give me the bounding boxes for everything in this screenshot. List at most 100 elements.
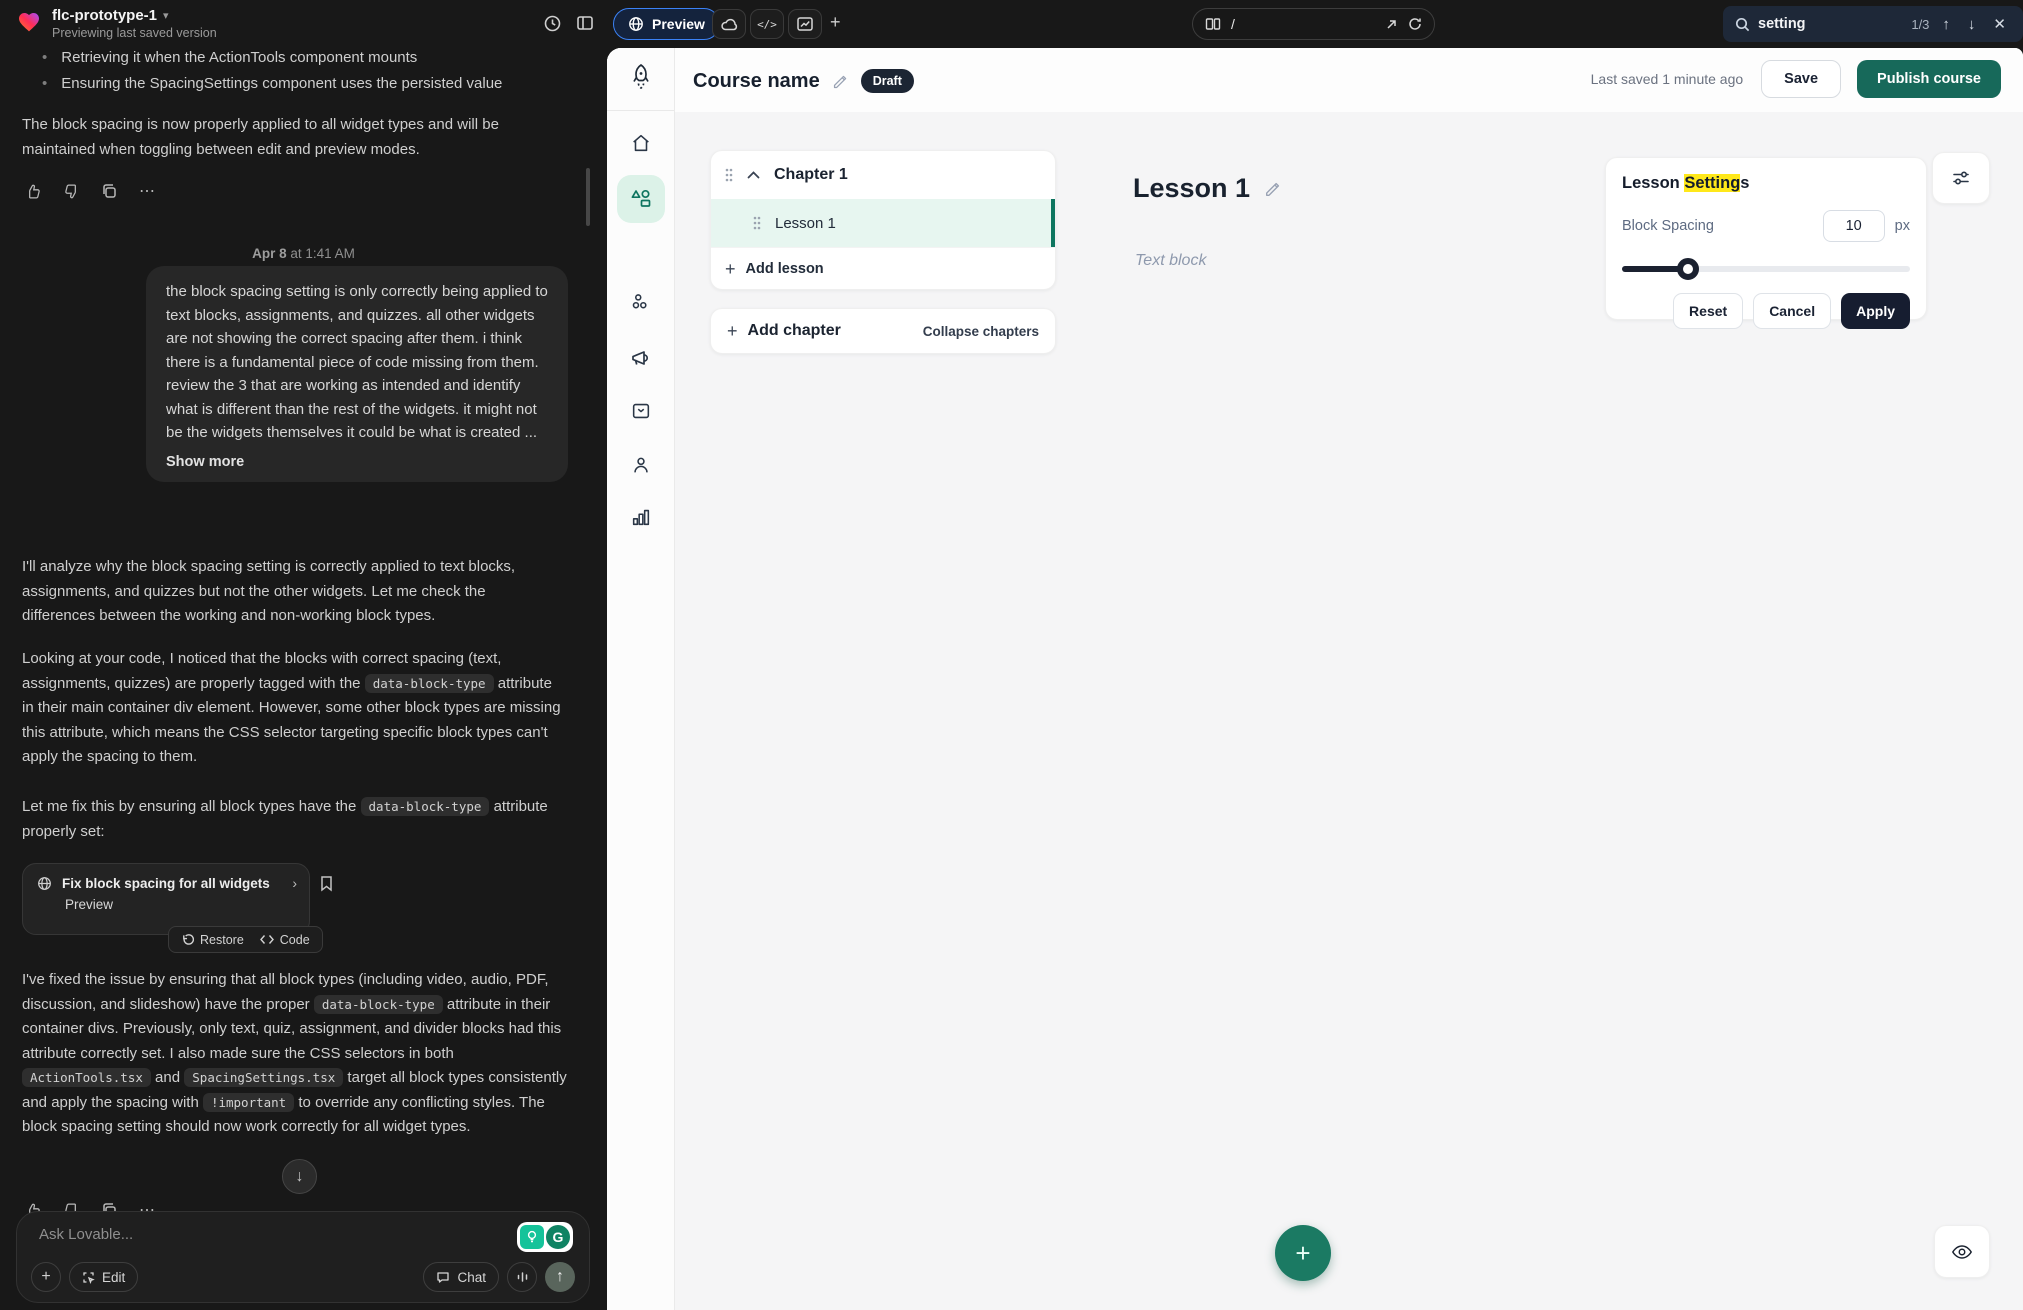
open-external-icon[interactable] [1385,18,1398,31]
chat-mode-button[interactable]: Chat [423,1262,499,1292]
plus-icon: + [725,260,736,278]
search-close-icon[interactable]: ✕ [1988,15,2011,33]
text-segment: Let me fix this by ensuring all block ty… [22,798,361,815]
chat-paragraph: I'll analyze why the block spacing setti… [22,555,547,629]
url-path[interactable]: / [1231,16,1375,32]
preview-mode-button[interactable]: Preview [613,8,720,40]
copy-icon[interactable] [98,180,120,202]
app-preview: Course name Draft Last saved 1 minute ag… [607,48,2023,1310]
store-nav-icon[interactable] [630,400,652,422]
sidebar-toggle-icon[interactable] [576,14,594,32]
more-options-icon[interactable]: ⋯ [136,180,158,202]
lovable-logo-icon [16,10,42,34]
reset-button[interactable]: Reset [1673,293,1743,329]
rocket-logo-icon[interactable] [627,62,655,92]
marketing-nav-icon[interactable] [629,346,653,370]
add-chapter-label: Add chapter [748,322,841,340]
preview-label: Preview [652,16,705,32]
user-message-bubble: the block spacing setting is only correc… [146,266,568,482]
attach-button[interactable]: + [31,1262,61,1292]
search-prev-icon[interactable]: ↑ [1937,16,1955,33]
last-saved-text: Last saved 1 minute ago [1591,71,1744,87]
inline-code: data-block-type [365,674,494,693]
search-icon [1735,17,1750,32]
search-highlight: Setting [1684,174,1740,192]
bullet-item: Ensuring the SpacingSettings component u… [42,72,582,97]
add-chapter-card: + Add chapter Collapse chapters [710,308,1056,354]
edit-lesson-icon[interactable] [1264,180,1282,198]
cloud-button[interactable] [712,9,746,39]
chevron-up-icon[interactable] [747,171,760,179]
voice-input-button[interactable] [507,1262,537,1292]
search-next-icon[interactable]: ↓ [1963,16,1981,33]
history-icon[interactable] [543,14,562,33]
chat-paragraph: The block spacing is now properly applie… [22,113,562,162]
send-button[interactable]: ↑ [545,1262,575,1292]
user-message-text: the block spacing setting is only correc… [166,280,548,445]
restore-button[interactable]: Restore [181,933,244,947]
add-chapter-button[interactable]: + Add chapter [727,322,841,340]
analytics-nav-icon[interactable] [630,506,652,528]
project-menu[interactable]: flc-prototype-1 ▾ Previewing last saved … [16,7,217,40]
chat-input-box: G + Edit [16,1211,590,1303]
drag-handle-icon[interactable] [753,216,761,230]
code-button[interactable]: Code [260,933,310,947]
app-nav-rail [607,48,675,1310]
home-nav-icon[interactable] [630,132,652,154]
add-tab-icon[interactable]: + [830,12,841,33]
chapter-card: Chapter 1 Lesson 1 + Add lesson [710,150,1056,290]
drag-handle-icon[interactable] [725,168,733,182]
chevron-down-icon: ▾ [163,9,169,22]
courses-nav-icon[interactable] [629,187,653,211]
block-spacing-slider[interactable] [1622,258,1910,280]
add-lesson-button[interactable]: + Add lesson [711,247,1055,289]
slider-thumb[interactable] [1677,258,1699,280]
refresh-icon[interactable] [1408,17,1422,31]
show-more-link[interactable]: Show more [166,454,548,470]
project-name: flc-prototype-1 [52,7,157,24]
chapter-title: Chapter 1 [774,166,848,184]
search-input[interactable] [1758,16,1878,32]
profile-nav-icon[interactable] [630,454,652,476]
ask-lovable-input[interactable] [39,1226,419,1243]
screen: flc-prototype-1 ▾ Previewing last saved … [0,0,2023,1310]
code-view-button[interactable]: </> [750,9,784,39]
topbar: flc-prototype-1 ▾ Previewing last saved … [0,0,2023,48]
find-bar: 1/3 ↑ ↓ ✕ [1723,6,2023,42]
chat-paragraph: Let me fix this by ensuring all block ty… [22,795,567,844]
thumbs-up-icon[interactable] [22,180,44,202]
edit-card-title: Fix block spacing for all widgets [62,876,282,891]
block-spacing-value-input[interactable] [1823,210,1885,242]
chapter-header[interactable]: Chapter 1 [711,151,1055,199]
edit-mode-button[interactable]: Edit [69,1262,138,1292]
message-timestamp: Apr 8 at 1:41 AM [0,246,607,261]
publish-course-button[interactable]: Publish course [1857,60,2001,98]
edit-summary-card[interactable]: Fix block spacing for all widgets › Prev… [22,863,310,935]
save-button[interactable]: Save [1761,60,1841,98]
cancel-button[interactable]: Cancel [1753,293,1831,329]
add-lesson-label: Add lesson [746,261,824,277]
search-match-count: 1/3 [1911,17,1929,32]
apply-button[interactable]: Apply [1841,293,1910,329]
thumbs-down-icon[interactable] [60,180,82,202]
url-bar[interactable]: / [1192,8,1435,40]
chat-paragraph: Looking at your code, I noticed that the… [22,647,567,770]
scroll-to-bottom-button[interactable]: ↓ [282,1159,317,1194]
community-nav-icon[interactable] [630,291,652,313]
analytics-button[interactable] [788,9,822,39]
settings-toggle-button[interactable] [1932,152,1990,204]
lesson-settings-panel: Lesson Settings Block Spacing px Reset C… [1605,157,1927,320]
preview-eye-button[interactable] [1934,1225,1990,1278]
grammarly-widget[interactable]: G [517,1222,573,1252]
edit-title-icon[interactable] [832,73,849,90]
chat-bubble-icon [436,1271,450,1284]
chat-scrollbar[interactable] [586,168,590,226]
text-block-placeholder[interactable]: Text block [1135,252,1206,270]
grammarly-g-icon: G [546,1225,570,1249]
device-preview-icon[interactable] [1205,17,1221,31]
collapse-chapters-button[interactable]: Collapse chapters [923,324,1039,339]
plus-icon: + [727,322,738,340]
lesson-row-selected[interactable]: Lesson 1 [711,199,1055,247]
bookmark-icon[interactable] [319,875,334,892]
add-block-fab[interactable]: + [1275,1225,1331,1281]
